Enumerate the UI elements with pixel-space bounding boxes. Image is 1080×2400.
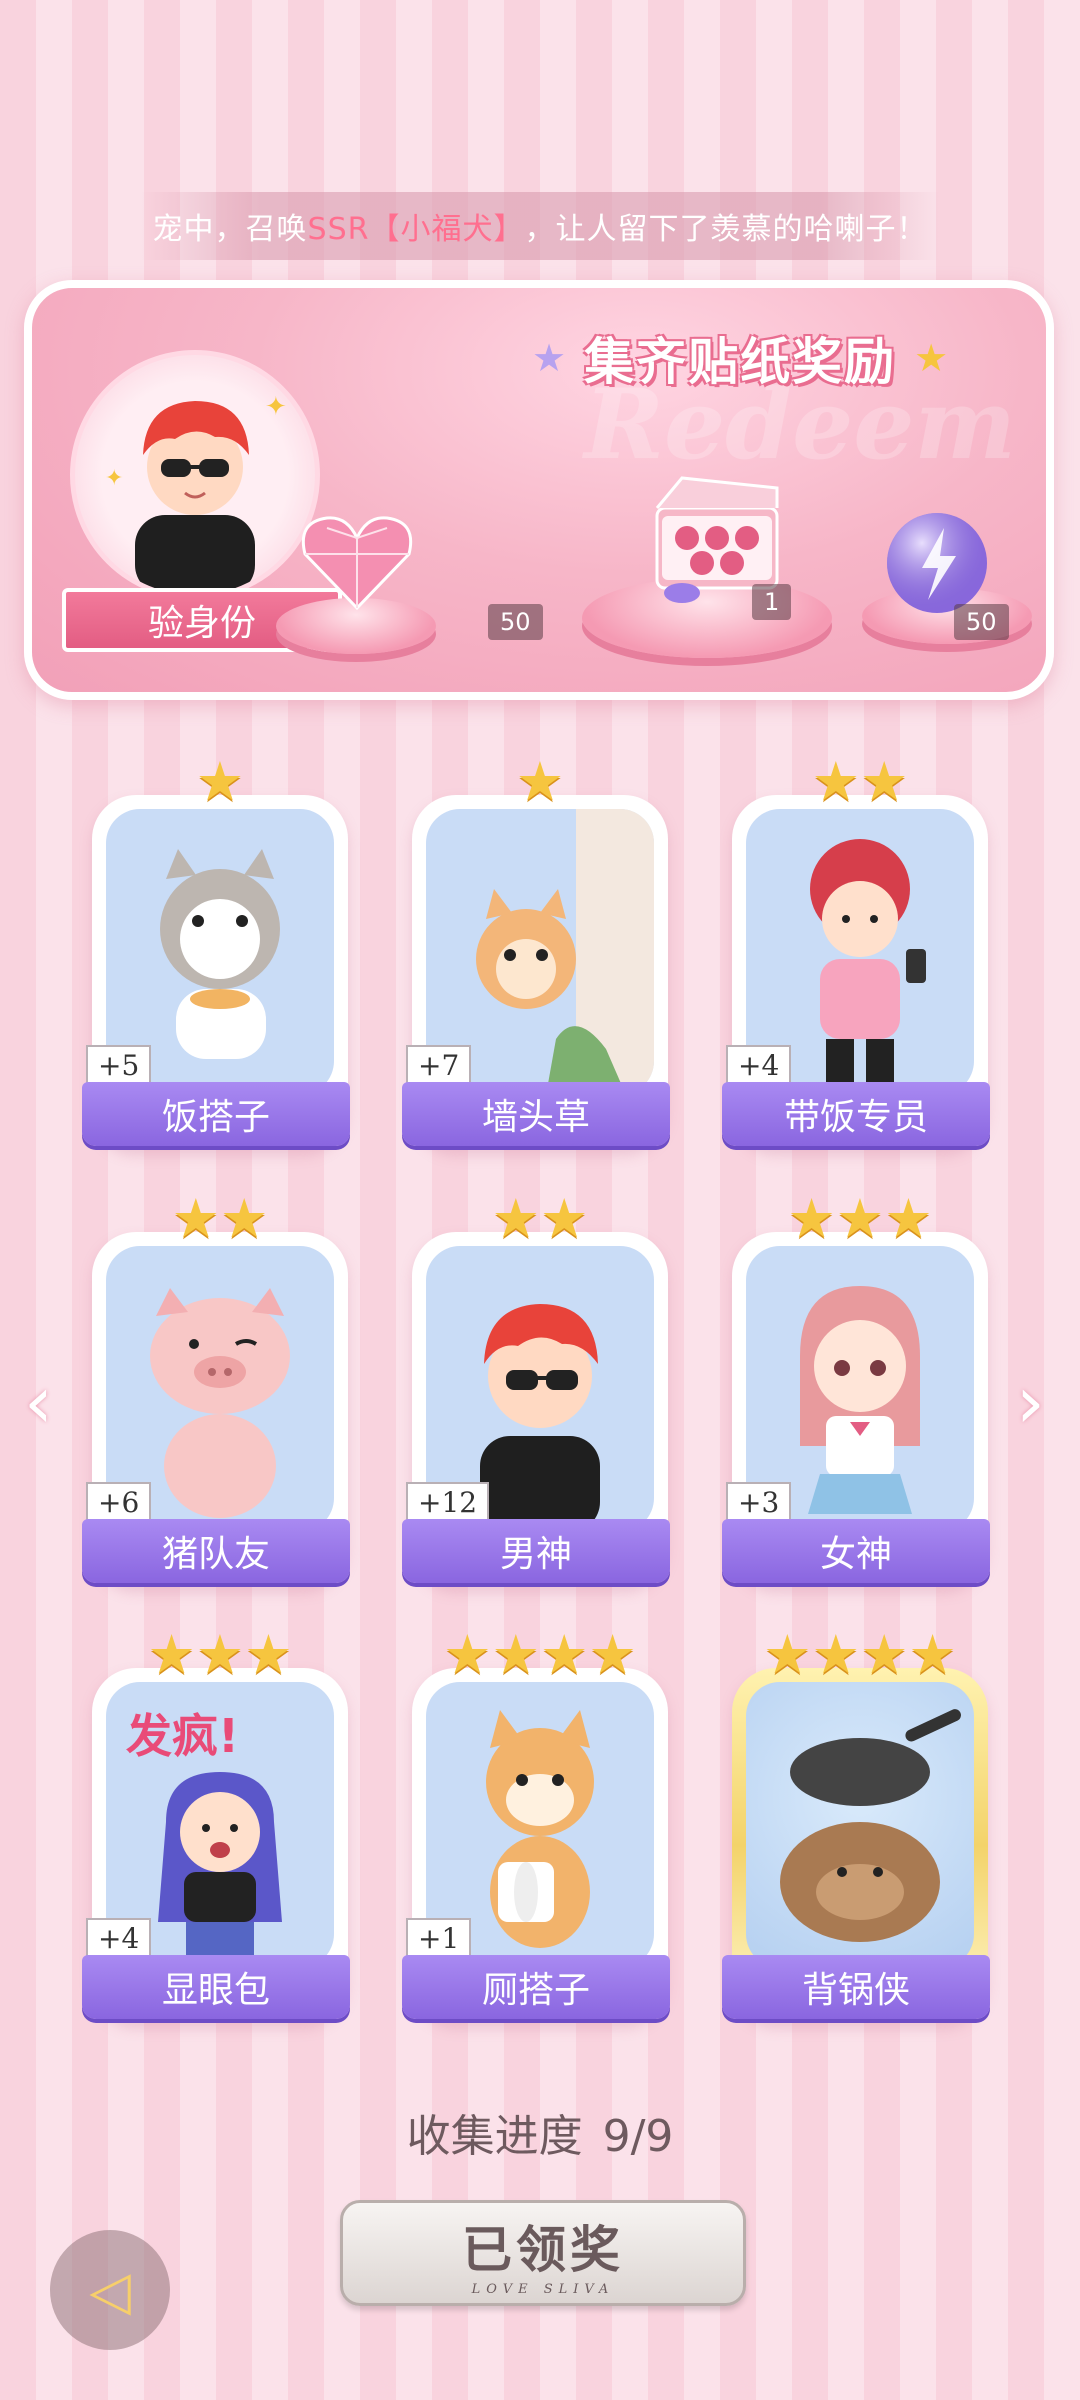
sticker-name: 男神 [402,1519,670,1583]
sticker-name: 墙头草 [402,1082,670,1146]
reward-title: 集齐贴纸奖励 [584,333,897,391]
sticker-name: 厕搭子 [402,1955,670,2019]
back-arrow-icon: ◁ [89,2258,131,2322]
star-rating: ★★★ [787,1187,933,1250]
star-rating: ★ [515,750,565,813]
progress-label: 收集进度 [406,2111,583,2162]
duplicate-count-badge: +7 [406,1045,472,1086]
collection-reward-panel: Redeem ★ 集齐贴纸奖励 ★ ✦ ✦ 验身份 50 1 50 [24,280,1054,700]
collection-progress: 收集进度 9/9 [0,2100,1080,2164]
svg-text:✦: ✦ [265,392,287,422]
sticker-name: 背锅侠 [722,1955,990,2019]
sticker-art [746,1682,974,1968]
duplicate-count-badge: +4 [86,1918,152,1959]
reward-count: 50 [954,604,1009,640]
sticker-card[interactable]: ★ +7 墙头草 [402,755,670,1150]
purple-star-icon: ★ [532,336,567,380]
next-page-arrow[interactable]: › [1016,1365,1060,1439]
marquee-suffix: ，让人留下了羡慕的哈喇子！ [524,212,928,247]
sticker-name: 饭搭子 [82,1082,350,1146]
announcement-marquee: 宠中，召唤 SSR【小福犬】 ，让人留下了羡慕的哈喇子！ [140,192,940,260]
sticker-name: 显眼包 [82,1955,350,2019]
reward-count: 50 [488,604,543,640]
progress-value: 9/9 [602,2111,674,2162]
crazy-text: 发疯! [126,1709,239,1763]
marquee-prefix: 宠中，召唤 [152,212,308,247]
svg-text:✦: ✦ [105,466,123,491]
star-rating: ★★★★ [763,1623,957,1686]
duplicate-count-badge: +6 [86,1482,152,1523]
claimed-sub-label: LOVE SLIVA [471,2281,615,2297]
star-rating: ★ [195,750,245,813]
sticker-name: 女神 [722,1519,990,1583]
pink-diamond-heart-icon [301,516,413,611]
reward-count: 1 [752,584,792,620]
sticker-card[interactable]: ★★ +12 男神 [402,1192,670,1587]
lightning-orb-icon [887,513,987,613]
reward-title-group: ★ 集齐贴纸奖励 ★ [532,318,948,398]
gold-star-icon: ★ [914,336,949,380]
sticker-card[interactable]: ★★★★ +1 厕搭子 [402,1628,670,2023]
duplicate-count-badge: +5 [86,1045,152,1086]
claimed-button[interactable]: 已领奖 LOVE SLIVA [340,2200,746,2306]
back-button[interactable]: ◁ [50,2230,170,2350]
previous-page-arrow[interactable]: ‹ [24,1365,68,1439]
duplicate-count-badge: +4 [726,1045,792,1086]
capybara-pan-icon [780,1709,961,1942]
star-rating: ★★ [171,1187,269,1250]
sticker-card[interactable]: ★★★★ 背锅侠 [722,1628,990,2023]
star-rating: ★★★ [147,1623,293,1686]
sticker-card[interactable]: ★★ +6 猪队友 [82,1192,350,1587]
sticker-card[interactable]: 发疯! ★★★ +4 显眼包 [82,1628,350,2023]
sticker-card[interactable]: ★★ +4 带饭专员 [722,755,990,1150]
sticker-card[interactable]: ★ +5 饭搭子 [82,755,350,1150]
boy-avatar-icon: ✦ ✦ [105,392,287,595]
duplicate-count-badge: +12 [406,1482,490,1523]
star-rating: ★★ [491,1187,589,1250]
star-rating: ★★ [811,750,909,813]
duplicate-count-badge: +3 [726,1482,792,1523]
sticker-card[interactable]: ★★★ +3 女神 [722,1192,990,1587]
star-rating: ★★★★ [443,1623,637,1686]
claimed-label: 已领奖 [462,2219,624,2279]
duplicate-count-badge: +1 [406,1918,472,1959]
sticker-name: 猪队友 [82,1519,350,1583]
avatar[interactable]: ✦ ✦ [70,350,320,600]
marquee-highlight: SSR【小福犬】 [307,212,525,247]
sticker-name: 带饭专员 [722,1082,990,1146]
